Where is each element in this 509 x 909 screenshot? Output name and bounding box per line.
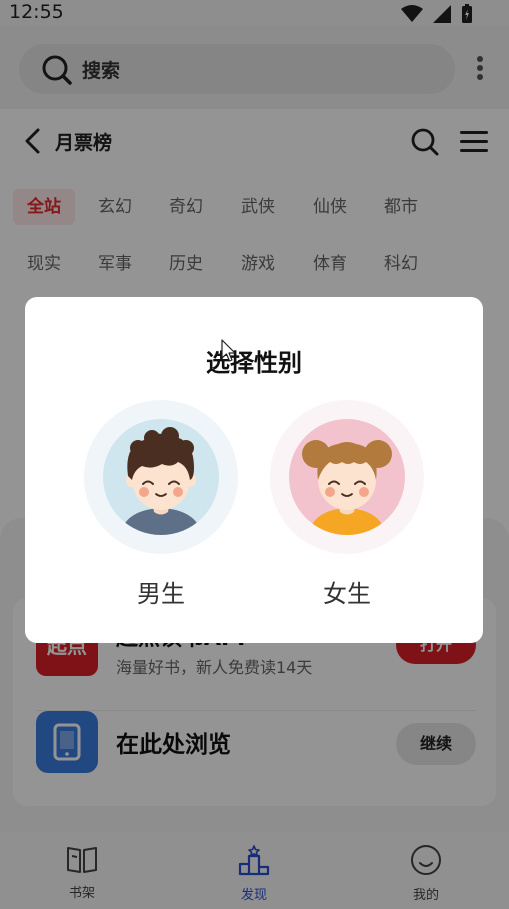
dialog-title: 选择性别 <box>206 349 302 377</box>
boy-avatar-icon <box>103 419 219 535</box>
gender-option-male[interactable]: 男生 <box>84 400 238 610</box>
mouse-cursor-icon <box>221 339 236 362</box>
girl-avatar-icon <box>289 419 405 535</box>
avatar[interactable] <box>84 400 238 554</box>
gender-option-female[interactable]: 女生 <box>270 400 424 610</box>
gender-label-female: 女生 <box>323 580 371 608</box>
gender-select-dialog: 选择性别 男生 女生 <box>25 297 483 643</box>
avatar[interactable] <box>270 400 424 554</box>
gender-label-male: 男生 <box>137 580 185 608</box>
